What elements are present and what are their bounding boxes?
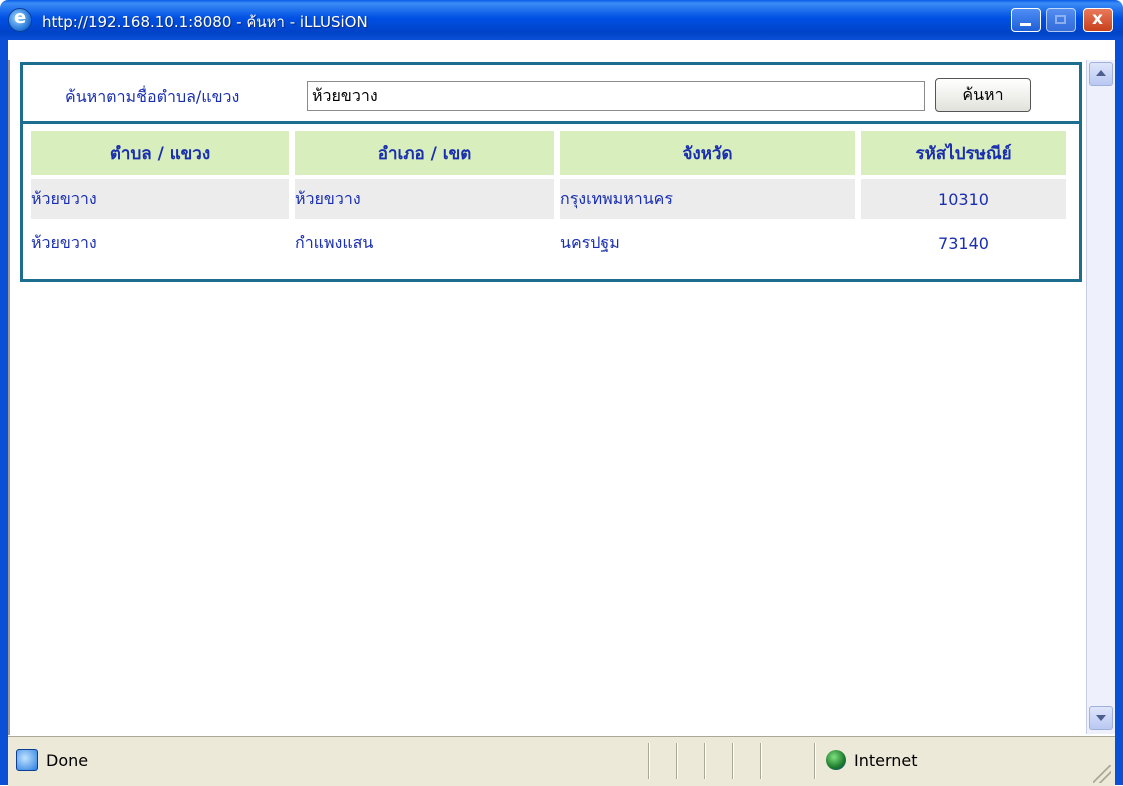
status-divider <box>648 743 650 779</box>
close-button[interactable] <box>1083 8 1113 32</box>
cell-postal-code[interactable]: 73140 <box>861 223 1066 263</box>
header-subdistrict[interactable]: ตำบล / แขวง <box>31 131 289 175</box>
ie-icon <box>8 7 32 32</box>
status-bar: Done Internet <box>8 736 1115 786</box>
status-divider <box>732 743 734 779</box>
window-frame-right <box>1115 40 1123 785</box>
results-table: ตำบล / แขวง อำเภอ / เขต จังหวัด รหัสไปรษ… <box>25 127 1072 267</box>
window-title: http://192.168.10.1:8080 - ค้นหา - iLLUS… <box>42 13 368 31</box>
table-row[interactable]: ห้วยขวาง ห้วยขวาง กรุงเทพมหานคร 10310 <box>31 179 1066 219</box>
search-label: ค้นหาตามชื่อตำบล/แขวง <box>65 87 240 106</box>
page-status-icon <box>16 749 38 771</box>
search-button[interactable]: ค้นหา <box>935 78 1031 112</box>
resize-grip-icon[interactable] <box>1093 765 1111 783</box>
header-province[interactable]: จังหวัด <box>560 131 855 175</box>
cell-subdistrict[interactable]: ห้วยขวาง <box>31 179 289 219</box>
cell-province[interactable]: นครปฐม <box>560 223 855 263</box>
search-panel: ค้นหาตามชื่อตำบล/แขวง ค้นหา ตำบล / แขวง … <box>20 62 1082 282</box>
status-divider <box>676 743 678 779</box>
header-postal-code[interactable]: รหัสไปรษณีย์ <box>861 131 1066 175</box>
title-bar[interactable]: http://192.168.10.1:8080 - ค้นหา - iLLUS… <box>0 0 1123 40</box>
minimize-button[interactable] <box>1011 8 1041 32</box>
status-divider <box>704 743 706 779</box>
scroll-down-arrow-icon[interactable] <box>1089 706 1113 730</box>
status-divider <box>814 743 816 779</box>
cell-province[interactable]: กรุงเทพมหานคร <box>560 179 855 219</box>
status-text: Done <box>46 751 89 770</box>
window-frame-left <box>0 40 8 785</box>
cell-subdistrict[interactable]: ห้วยขวาง <box>31 223 289 263</box>
cell-postal-code[interactable]: 10310 <box>861 179 1066 219</box>
search-input[interactable] <box>307 81 925 111</box>
security-zone-text: Internet <box>854 751 918 770</box>
internet-zone-globe-icon <box>826 750 846 770</box>
table-row[interactable]: ห้วยขวาง กำแพงแสน นครปฐม 73140 <box>31 223 1066 263</box>
scroll-up-arrow-icon[interactable] <box>1089 62 1113 86</box>
cell-district[interactable]: กำแพงแสน <box>295 223 554 263</box>
table-header-row: ตำบล / แขวง อำเภอ / เขต จังหวัด รหัสไปรษ… <box>31 131 1066 175</box>
search-row: ค้นหาตามชื่อตำบล/แขวง ค้นหา <box>23 65 1079 124</box>
maximize-button[interactable] <box>1046 8 1076 32</box>
status-divider <box>760 743 762 779</box>
vertical-scrollbar[interactable] <box>1086 60 1115 734</box>
cell-district[interactable]: ห้วยขวาง <box>295 179 554 219</box>
header-district[interactable]: อำเภอ / เขต <box>295 131 554 175</box>
